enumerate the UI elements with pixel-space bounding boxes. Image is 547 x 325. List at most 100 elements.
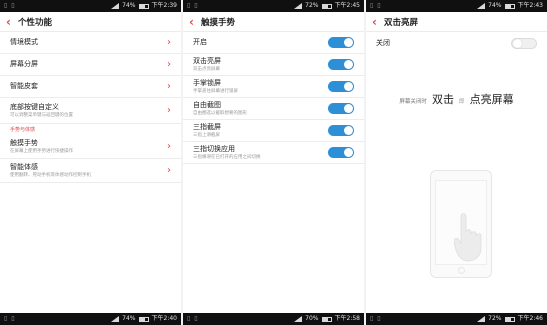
master-label: 开启 (193, 38, 207, 46)
off-toggle-row: 关闭 (366, 32, 547, 54)
chevron-right-icon: › (167, 80, 171, 92)
chevron-right-icon: › (167, 36, 171, 48)
item-description: 手掌盖住屏幕进行锁屏 (193, 88, 238, 94)
status-bar-bottom: ▯ ▯ 74% 下午2:40 (0, 313, 181, 325)
toggle-free-screenshot[interactable] (328, 103, 354, 114)
battery-percent: 72% (305, 2, 319, 9)
notification-icons: ▯ ▯ (370, 315, 382, 322)
gesture-free-screenshot: 自由截图 自由圈选以截取想要的图形 (183, 98, 364, 120)
item-label: 三指截屏 (193, 122, 221, 131)
item-label: 底部按键自定义 (10, 102, 59, 111)
list-item-smart-motion[interactable]: 智能体感 使用翻转、晃动手机等体感动作控制手机 › (0, 159, 181, 183)
item-description: 自由圈选以截取想要的图形 (193, 110, 247, 116)
item-description: 双击点亮屏幕 (193, 66, 220, 72)
hint-wake-screen: 点亮屏幕 (469, 93, 514, 106)
notification-icons: ▯ ▯ (4, 315, 16, 322)
gesture-three-finger-screenshot: 三指截屏 三指上滑截屏 (183, 120, 364, 142)
item-label: 情境模式 (10, 38, 38, 46)
signal-icon (294, 3, 303, 9)
item-description: 在屏幕上使用手势进行快捷操作 (10, 148, 73, 154)
back-icon[interactable]: ‹ (6, 12, 18, 32)
item-description: 三指上滑截屏 (193, 132, 220, 138)
signal-icon (111, 316, 120, 322)
phone-illustration-home-button (458, 267, 465, 274)
page-title: 个性功能 (18, 17, 53, 28)
off-label: 关闭 (376, 38, 390, 47)
battery-icon (321, 316, 332, 322)
signal-icon (111, 3, 120, 9)
notification-icons: ▯ ▯ (370, 2, 382, 9)
item-description: 三指横滑在已打开的应用之间切换 (193, 154, 261, 160)
battery-icon (138, 316, 149, 322)
battery-icon (504, 3, 515, 9)
clock: 下午2:45 (334, 2, 360, 9)
chevron-right-icon: › (167, 140, 171, 152)
list-item-touch-gestures[interactable]: 触摸手势 在屏幕上使用手势进行快捷操作 › (0, 135, 181, 159)
clock: 下午2:58 (334, 315, 360, 322)
status-bar-bottom: ▯ ▯ 72% 下午2:46 (366, 313, 547, 325)
page-title: 触摸手势 (201, 17, 236, 28)
battery-percent: 74% (122, 315, 136, 322)
battery-percent: 72% (488, 315, 502, 322)
gesture-double-tap-wake: 双击亮屏 双击点亮屏幕 (183, 54, 364, 76)
item-label: 双击亮屏 (193, 56, 221, 65)
gesture-palm-lock: 手掌锁屏 手掌盖住屏幕进行锁屏 (183, 76, 364, 98)
screen-double-tap-wake: ▯ ▯ 74% 下午2:43 ‹ 双击亮屏 关闭 屏幕关闭时 双击 即 点亮屏幕… (366, 0, 547, 325)
signal-icon (477, 3, 486, 9)
screen-personal-features: ▯ ▯ 74% 下午2:39 ‹ 个性功能 情境模式 › 屏幕分屏 › 智能皮套… (0, 0, 181, 325)
section-header: 手势与体感 (10, 127, 36, 133)
instruction-text: 屏幕关闭时 双击 即 点亮屏幕 (366, 88, 547, 107)
hint-connector: 即 (459, 99, 465, 105)
title-bar: ‹ 触摸手势 (183, 12, 364, 32)
battery-percent: 74% (122, 2, 136, 9)
item-label: 自由截图 (193, 100, 221, 109)
page-title: 双击亮屏 (384, 17, 419, 28)
battery-icon (321, 3, 332, 9)
status-bar-bottom: ▯ ▯ 70% 下午2:58 (183, 313, 364, 325)
item-label: 智能体感 (10, 162, 38, 171)
toggle-double-tap-wake[interactable] (328, 59, 354, 70)
list-item-split-screen[interactable]: 屏幕分屏 › (0, 54, 181, 76)
item-description: 使用翻转、晃动手机等体感动作控制手机 (10, 172, 91, 178)
back-icon[interactable]: ‹ (189, 12, 201, 32)
list-item-bottom-keys[interactable]: 底部按键自定义 可以调整菜单键与返回键的位置 › (0, 98, 181, 124)
status-bar: ▯ ▯ 74% 下午2:43 (366, 0, 547, 12)
screen-touch-gestures: ▯ ▯ 72% 下午2:45 ‹ 触摸手势 开启 双击亮屏 双击点亮屏幕 手掌锁… (183, 0, 364, 325)
list-item-smart-cover[interactable]: 智能皮套 › (0, 76, 181, 98)
master-toggle[interactable] (328, 37, 354, 48)
toggle-three-finger-screenshot[interactable] (328, 125, 354, 136)
clock: 下午2:46 (517, 315, 543, 322)
clock: 下午2:43 (517, 2, 543, 9)
title-bar: ‹ 个性功能 (0, 12, 181, 32)
clock: 下午2:39 (151, 2, 177, 9)
notification-icons: ▯ ▯ (187, 315, 199, 322)
toggle-palm-lock[interactable] (328, 81, 354, 92)
battery-icon (504, 316, 515, 322)
double-tap-toggle[interactable] (511, 37, 537, 49)
chevron-right-icon: › (167, 164, 171, 176)
list-item-scene-mode[interactable]: 情境模式 › (0, 32, 181, 54)
chevron-right-icon: › (167, 104, 171, 116)
notification-icons: ▯ ▯ (187, 2, 199, 9)
battery-percent: 70% (305, 315, 319, 322)
signal-icon (294, 316, 303, 322)
item-description: 可以调整菜单键与返回键的位置 (10, 112, 73, 118)
item-label: 屏幕分屏 (10, 60, 38, 68)
hand-pointer-icon (454, 213, 482, 262)
item-label: 三指切换应用 (193, 144, 235, 153)
clock: 下午2:40 (151, 315, 177, 322)
hint-prefix: 屏幕关闭时 (399, 99, 427, 105)
title-bar: ‹ 双击亮屏 (366, 12, 547, 32)
item-label: 触摸手势 (10, 138, 38, 147)
item-label: 手掌锁屏 (193, 78, 221, 87)
master-toggle-row: 开启 (183, 32, 364, 54)
back-icon[interactable]: ‹ (372, 12, 384, 32)
status-bar: ▯ ▯ 74% 下午2:39 (0, 0, 181, 12)
battery-icon (138, 3, 149, 9)
gesture-three-finger-switch: 三指切换应用 三指横滑在已打开的应用之间切换 (183, 142, 364, 164)
hint-double-tap: 双击 (431, 93, 454, 106)
item-label: 智能皮套 (10, 82, 38, 90)
notification-icons: ▯ ▯ (4, 2, 16, 9)
toggle-three-finger-switch[interactable] (328, 147, 354, 158)
status-bar: ▯ ▯ 72% 下午2:45 (183, 0, 364, 12)
